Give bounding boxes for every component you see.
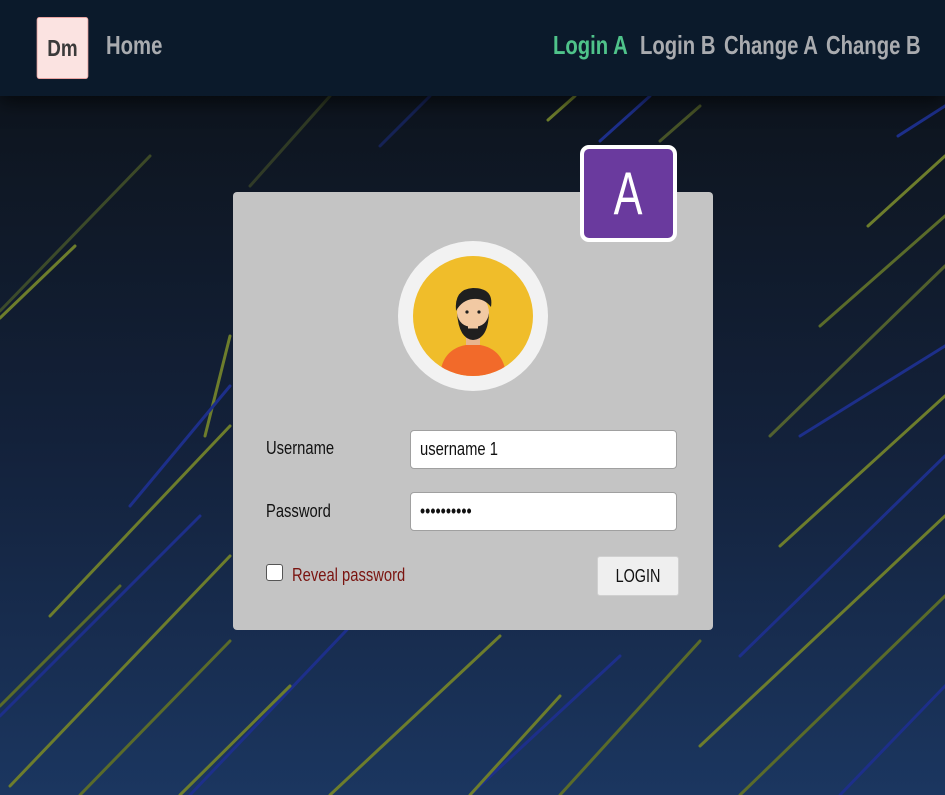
nav-link-home[interactable]: Home bbox=[106, 30, 162, 61]
form-variant-badge: A bbox=[580, 145, 677, 242]
username-field[interactable]: username 1 bbox=[410, 430, 677, 469]
password-field[interactable]: •••••••••• bbox=[410, 492, 677, 531]
login-button-label: LOGIN bbox=[615, 565, 661, 586]
nav-link-change-a[interactable]: Change A bbox=[724, 30, 818, 61]
username-value: username 1 bbox=[420, 439, 498, 459]
brand-logo-button[interactable]: Dm bbox=[36, 17, 89, 79]
avatar bbox=[398, 241, 548, 391]
top-navbar: Dm Home Login A Login B Change A Change … bbox=[0, 0, 945, 96]
user-avatar-icon bbox=[413, 256, 533, 376]
nav-link-login-b[interactable]: Login B bbox=[640, 30, 715, 61]
nav-link-login-a[interactable]: Login A bbox=[553, 30, 628, 61]
password-label: Password bbox=[266, 501, 331, 521]
reveal-password-checkbox[interactable] bbox=[266, 564, 283, 581]
password-value: •••••••••• bbox=[420, 501, 472, 521]
login-button[interactable]: LOGIN bbox=[597, 556, 679, 596]
badge-letter: A bbox=[614, 159, 643, 227]
nav-link-change-b[interactable]: Change B bbox=[826, 30, 921, 61]
username-label: Username bbox=[266, 438, 335, 458]
reveal-password-label[interactable]: Reveal password bbox=[292, 565, 405, 586]
